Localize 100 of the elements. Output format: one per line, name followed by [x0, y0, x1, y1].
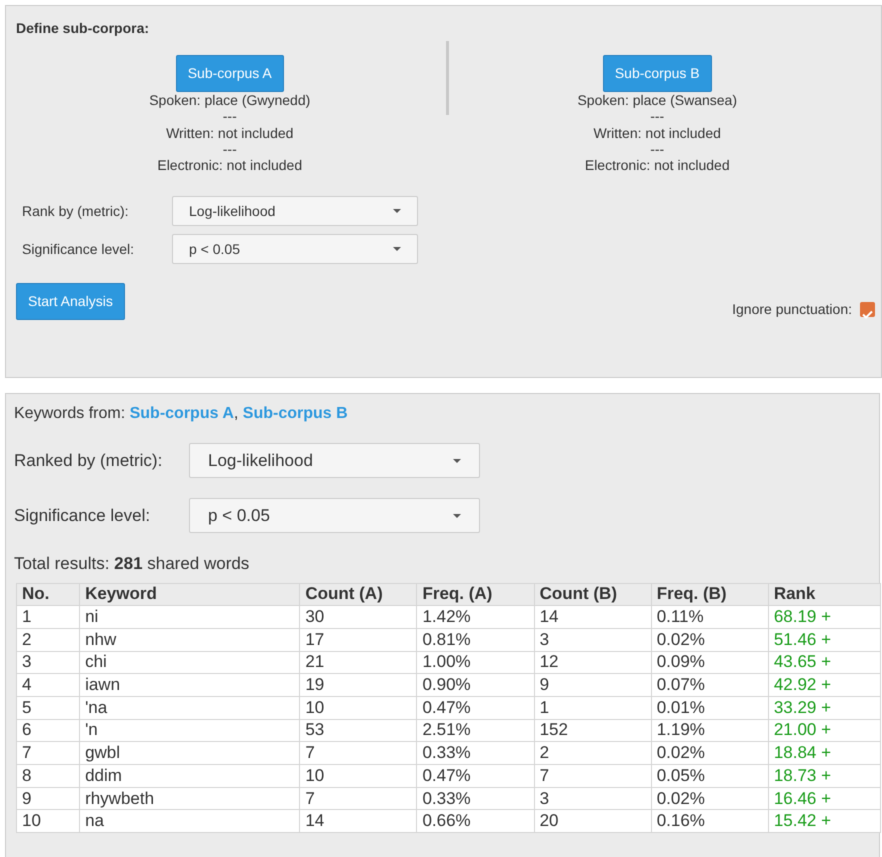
table-cell: 1.42%: [416, 606, 534, 628]
table-cell: 21: [300, 651, 417, 674]
table-cell: 1.00%: [416, 651, 534, 674]
select-dropdown[interactable]: Log-likelihood: [172, 196, 418, 226]
subcorpus-link[interactable]: Sub-corpus B: [242, 405, 348, 422]
column-header: Keyword: [80, 583, 300, 606]
select-dropdown[interactable]: p < 0.05: [172, 234, 418, 264]
table-cell: 0.16%: [651, 810, 768, 833]
column-header: Freq. (A): [416, 583, 534, 606]
table-cell: 19: [300, 674, 417, 696]
table-cell: 0.01%: [651, 696, 768, 720]
description-line: Electronic: not included: [156, 157, 304, 174]
table-cell: 'n: [80, 719, 300, 742]
column-header: Freq. (B): [651, 583, 768, 606]
table-cell: 0.07%: [651, 674, 768, 696]
table-cell: iawn: [80, 674, 300, 696]
table-cell: 10: [300, 764, 417, 788]
description-line: ---: [222, 108, 238, 125]
table-cell: gwbl: [80, 742, 300, 764]
table-cell: 1.19%: [651, 719, 768, 742]
column-header: No.: [16, 583, 80, 606]
field-label: Ranked by (metric):: [14, 450, 164, 472]
table-cell: 10: [16, 810, 80, 833]
select-dropdown[interactable]: Log-likelihood: [189, 443, 480, 478]
table-cell: 0.81%: [416, 628, 534, 652]
column-header: Rank: [768, 583, 880, 606]
table-cell: na: [80, 810, 300, 833]
rank-cell: 51.46 +: [768, 628, 880, 652]
field-label: Rank by (metric):: [21, 202, 130, 221]
caret-icon: [393, 247, 401, 252]
table-cell: 3: [534, 787, 652, 810]
table-cell: nhw: [80, 628, 300, 652]
rank-cell: 68.19 +: [768, 606, 880, 628]
table-cell: 53: [300, 719, 417, 742]
checkbox[interactable]: [860, 302, 875, 318]
table-cell: 7: [300, 742, 417, 764]
table-cell: 0.05%: [651, 764, 768, 788]
table-cell: 0.02%: [651, 742, 768, 764]
table-cell: 'na: [80, 696, 300, 720]
table-cell: 17: [300, 628, 417, 652]
rank-cell: 42.92 +: [768, 674, 880, 696]
panel-title: Define sub-corpora:: [16, 19, 150, 38]
caret-icon: [453, 458, 461, 462]
description-line: Written: not included: [165, 124, 294, 141]
column-header: Count (A): [300, 583, 417, 606]
start-analysis-button[interactable]: Start Analysis: [16, 283, 125, 320]
table-cell: 0.33%: [416, 787, 534, 810]
description-line: Written: not included: [592, 124, 722, 141]
table-cell: 2: [16, 628, 80, 652]
keywords-from-text: Keywords from: Sub-corpus A, Sub-corpus B: [14, 404, 349, 424]
subcorpus-button[interactable]: Sub-corpus B: [602, 55, 712, 92]
description-line: Spoken: place (Swansea): [577, 92, 738, 108]
checkbox-label: Ignore punctuation:: [732, 300, 852, 320]
rank-cell: 21.00 +: [768, 719, 880, 742]
table-cell: 0.47%: [416, 696, 534, 720]
description-line: Spoken: place (Gwynedd): [149, 92, 310, 108]
rank-cell: 43.65 +: [768, 651, 880, 674]
table-cell: 4: [16, 674, 80, 696]
table-cell: 3: [534, 628, 652, 652]
table-cell: 14: [300, 810, 417, 833]
table-cell: 7: [534, 764, 652, 788]
table-cell: 7: [300, 787, 417, 810]
table-cell: 14: [534, 606, 652, 628]
table-cell: 30: [300, 606, 417, 628]
rank-cell: 33.29 +: [768, 696, 880, 720]
subcorpus-link[interactable]: Sub-corpus A: [130, 405, 234, 422]
description-line: ---: [649, 108, 666, 125]
caret-icon: [393, 209, 401, 214]
table-cell: 0.09%: [651, 651, 768, 674]
table-cell: 0.11%: [651, 606, 768, 628]
table-cell: 3: [16, 651, 80, 674]
table-cell: ddim: [80, 764, 300, 788]
table-cell: 2.51%: [416, 719, 534, 742]
field-label: Significance level:: [14, 504, 152, 527]
table-cell: 1: [16, 606, 80, 628]
table-cell: rhywbeth: [80, 787, 300, 810]
table-cell: 0.66%: [416, 810, 534, 833]
table-cell: 2: [534, 742, 652, 764]
table-cell: ni: [80, 606, 300, 628]
table-cell: 1: [534, 696, 652, 720]
table-cell: 9: [534, 674, 652, 696]
table-cell: 0.02%: [651, 787, 768, 810]
rank-cell: 16.46 +: [768, 787, 880, 810]
table-cell: 0.33%: [416, 742, 534, 764]
description-line: ---: [222, 140, 238, 158]
table-cell: 10: [300, 696, 417, 720]
rank-cell: 15.42 +: [768, 810, 880, 833]
subcorpus-button[interactable]: Sub-corpus A: [176, 55, 284, 92]
table-cell: 8: [16, 764, 80, 788]
rank-cell: 18.73 +: [768, 764, 880, 788]
table-cell: 0.90%: [416, 674, 534, 696]
table-cell: 0.02%: [651, 628, 768, 652]
table-cell: 5: [16, 696, 80, 720]
table-cell: 12: [534, 651, 652, 674]
column-header: Count (B): [534, 583, 652, 606]
select-dropdown[interactable]: p < 0.05: [189, 498, 480, 533]
description-line: Electronic: not included: [584, 157, 731, 174]
table-cell: 0.47%: [416, 764, 534, 788]
total-results-text: Total results: 281 shared words: [14, 553, 250, 575]
field-label: Significance level:: [21, 240, 136, 259]
